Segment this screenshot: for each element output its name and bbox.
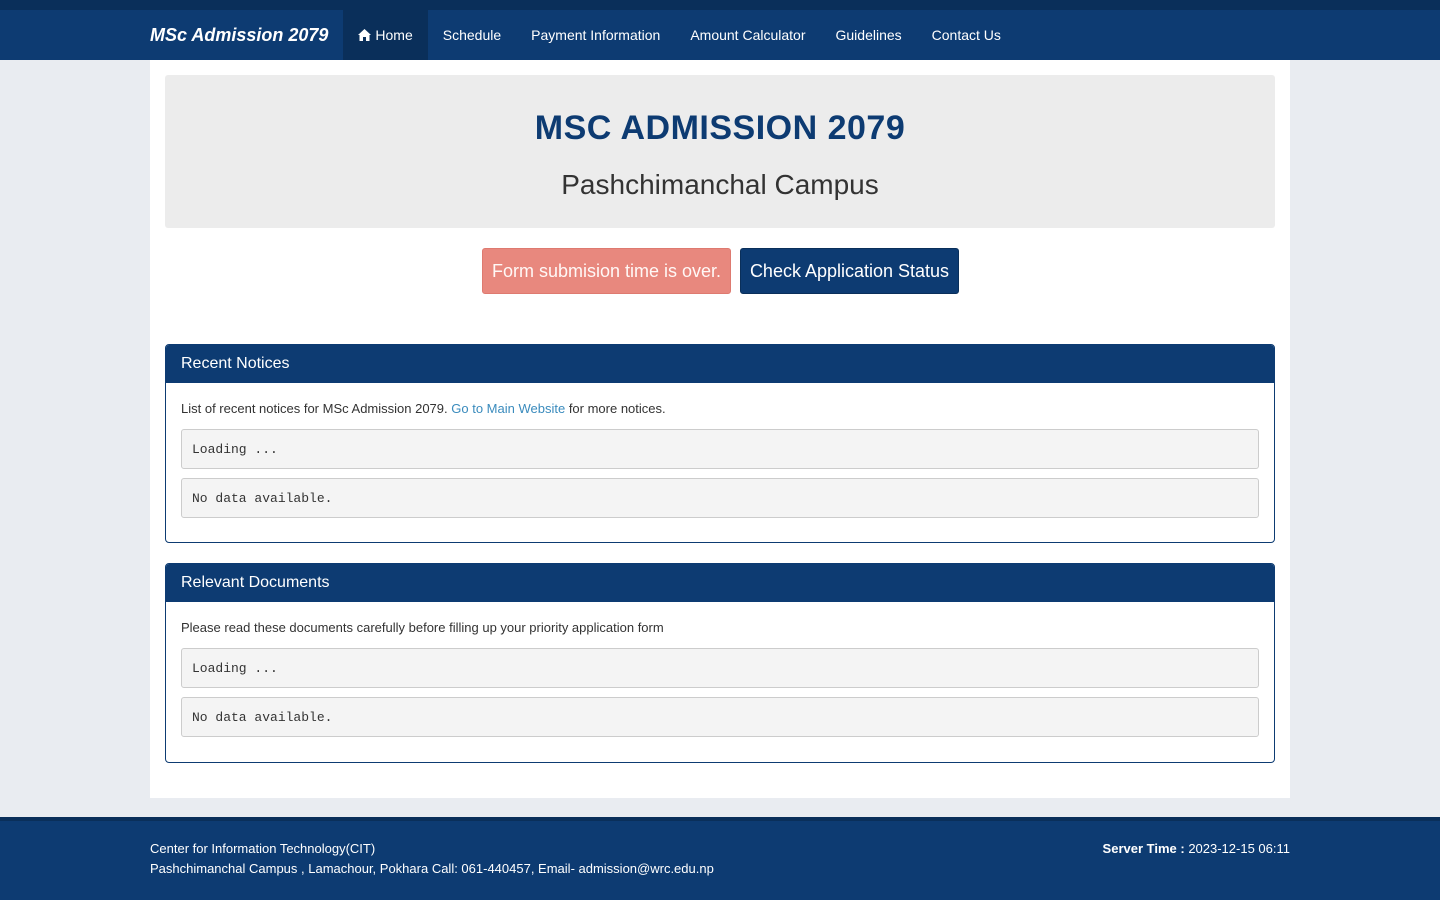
navbar: MSc Admission 2079 Home Schedule Payment… xyxy=(0,10,1440,60)
recent-notices-panel: Recent Notices List of recent notices fo… xyxy=(165,344,1275,543)
notices-description: List of recent notices for MSc Admission… xyxy=(181,401,1259,421)
nav-item-label: Guidelines xyxy=(835,27,902,43)
footer-address: Pashchimanchal Campus , Lamachour, Pokha… xyxy=(150,861,714,876)
panel-body: Please read these documents carefully be… xyxy=(166,602,1274,737)
panel-heading: Recent Notices xyxy=(166,345,1274,383)
nav-item-amount-calculator[interactable]: Amount Calculator xyxy=(675,10,820,60)
nav-item-label: Contact Us xyxy=(931,27,1001,43)
nav-item-payment-information[interactable]: Payment Information xyxy=(516,10,675,60)
nav-item-label: Amount Calculator xyxy=(690,27,806,43)
home-icon xyxy=(358,29,372,41)
nav-item-schedule[interactable]: Schedule xyxy=(428,10,516,60)
server-time: Server Time : 2023-12-15 06:11 xyxy=(1103,839,1290,859)
footer-contact: Center for Information Technology(CIT) P… xyxy=(150,839,714,879)
check-application-status-button[interactable]: Check Application Status xyxy=(740,248,959,294)
nav-item-home[interactable]: Home xyxy=(343,10,428,60)
hero-subtitle: Pashchimanchal Campus xyxy=(561,169,879,200)
panel-body: List of recent notices for MSc Admission… xyxy=(166,383,1274,518)
documents-description: Please read these documents carefully be… xyxy=(181,620,664,635)
footer: Center for Information Technology(CIT) P… xyxy=(0,817,1440,900)
top-strip xyxy=(0,0,1440,10)
documents-empty-box: No data available. xyxy=(181,697,1259,737)
notices-text-after: for more notices. xyxy=(568,401,666,416)
notices-loading-box: Loading ... xyxy=(181,429,1259,469)
hero-title: MSC ADMISSION 2079 xyxy=(534,109,906,147)
nav-item-guidelines[interactable]: Guidelines xyxy=(821,10,917,60)
panel-heading: Relevant Documents xyxy=(166,564,1274,602)
main-container: MSC ADMISSION 2079 Pashchimanchal Campus… xyxy=(150,60,1290,798)
nav-item-label: Payment Information xyxy=(531,27,661,43)
form-closed-button[interactable]: Form submision time is over. xyxy=(482,248,731,294)
server-time-value: 2023-12-15 06:11 xyxy=(1188,841,1290,856)
nav-item-label: Home xyxy=(375,27,413,43)
nav-item-contact-us[interactable]: Contact Us xyxy=(917,10,1016,60)
notices-empty-box: No data available. xyxy=(181,478,1259,518)
brand-title[interactable]: MSc Admission 2079 xyxy=(150,25,328,46)
hero-banner: MSC ADMISSION 2079 Pashchimanchal Campus xyxy=(165,75,1275,228)
relevant-documents-panel: Relevant Documents Please read these doc… xyxy=(165,563,1275,763)
footer-org: Center for Information Technology(CIT) xyxy=(150,841,376,856)
server-time-label: Server Time : xyxy=(1102,841,1185,856)
nav-item-label: Schedule xyxy=(442,27,502,43)
main-website-link[interactable]: Go to Main Website xyxy=(451,401,565,416)
notices-text-before: List of recent notices for MSc Admission… xyxy=(181,401,448,416)
documents-loading-box: Loading ... xyxy=(181,648,1259,688)
nav-inner: MSc Admission 2079 Home Schedule Payment… xyxy=(150,10,1016,60)
